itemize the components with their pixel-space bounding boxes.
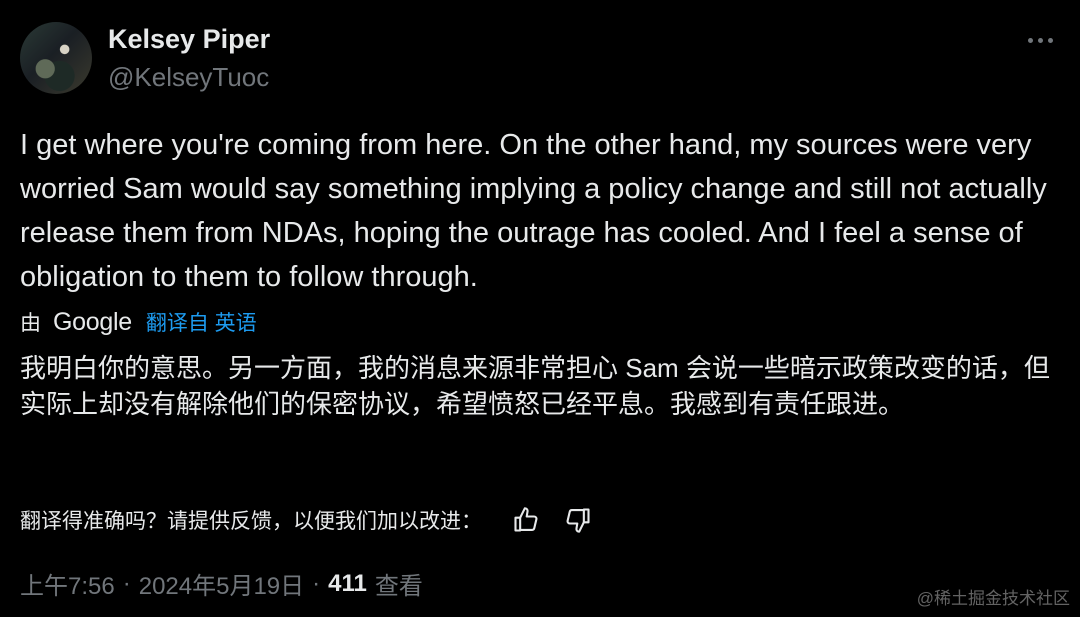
meta-separator: · bbox=[312, 569, 321, 597]
translated-by-label: 由 bbox=[20, 312, 41, 335]
tweet-card: Kelsey Piper @KelseyTuoc I get where you… bbox=[0, 0, 1080, 617]
tweet-text: I get where you're coming from here. On … bbox=[20, 129, 1047, 293]
author-handle[interactable]: @KelseyTuoc bbox=[108, 62, 269, 93]
thumbs-up-button[interactable] bbox=[504, 502, 548, 538]
more-icon bbox=[1037, 37, 1043, 43]
more-icon bbox=[1047, 37, 1053, 43]
tweet-date[interactable]: 2024年5月19日 bbox=[139, 566, 304, 601]
meta-separator: · bbox=[122, 569, 131, 597]
tweet-time[interactable]: 上午7:56 bbox=[20, 566, 115, 601]
author-display-name[interactable]: Kelsey Piper bbox=[108, 24, 270, 55]
feedback-question: 翻译得准确吗？请提供反馈，以便我们加以改进： bbox=[20, 510, 482, 533]
thumbs-down-icon bbox=[566, 508, 590, 533]
translation-feedback: 翻译得准确吗？请提供反馈，以便我们加以改进： bbox=[20, 500, 608, 540]
google-logo: Google bbox=[53, 307, 132, 336]
tweet-meta: 上午7:56 · 2024年5月19日 · 411 查看 bbox=[20, 566, 423, 601]
translated-from-link[interactable]: 翻译自 英语 bbox=[146, 307, 257, 337]
more-button[interactable] bbox=[1020, 26, 1060, 54]
more-icon bbox=[1027, 37, 1033, 43]
translated-text: 我明白你的意思。另一方面，我的消息来源非常担心 Sam 会说一些暗示政策改变的话… bbox=[20, 353, 1050, 419]
thumbs-up-icon bbox=[514, 507, 538, 532]
watermark: @稀土掘金技术社区 bbox=[916, 589, 1070, 608]
avatar[interactable] bbox=[20, 22, 92, 94]
translation-attribution: 由 Google 翻译自 英语 bbox=[20, 305, 257, 339]
thumbs-down-button[interactable] bbox=[556, 502, 600, 538]
views-label: 查看 bbox=[374, 573, 423, 600]
views-count[interactable]: 411 bbox=[328, 570, 367, 598]
